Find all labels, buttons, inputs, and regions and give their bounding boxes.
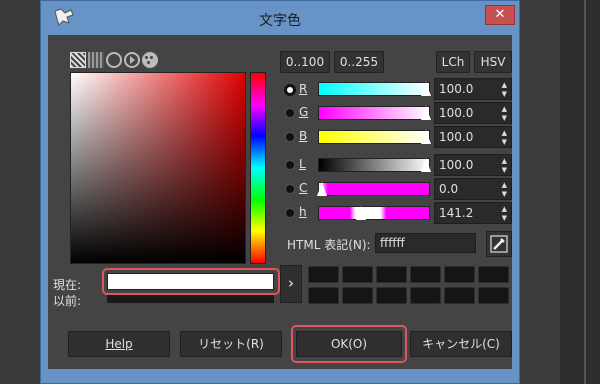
watercolor-icon[interactable]	[88, 52, 104, 68]
help-button[interactable]: Help	[68, 331, 170, 357]
slider-r[interactable]	[318, 82, 431, 96]
slider-g[interactable]	[318, 106, 431, 120]
history-cell[interactable]	[342, 287, 373, 304]
dialog-client: 現在: 以前: › 0..100 0..255 LCh HSV R 100.0 ▲…	[48, 35, 512, 369]
lch-button[interactable]: LCh	[436, 51, 470, 73]
spin-b[interactable]: 100.0 ▲ ▼	[434, 126, 512, 148]
radio-c[interactable]	[285, 184, 295, 194]
slider-c[interactable]	[317, 182, 430, 196]
history-cell[interactable]	[308, 266, 339, 283]
history-cell[interactable]	[444, 287, 475, 304]
history-cell[interactable]	[444, 266, 475, 283]
ok-button[interactable]: OK(O)	[296, 331, 402, 357]
add-to-history-button[interactable]: ›	[280, 265, 302, 303]
radio-h[interactable]	[285, 208, 295, 218]
channel-label-b: B	[299, 129, 308, 143]
history-cell[interactable]	[478, 266, 509, 283]
window-title: 文字色	[259, 13, 301, 29]
spin-g[interactable]: 100.0 ▲ ▼	[434, 102, 512, 124]
channel-label-r: R	[299, 82, 308, 96]
history-cell[interactable]	[342, 266, 373, 283]
scale-0-255-button[interactable]: 0..255	[334, 51, 384, 73]
title-bar[interactable]: 文字色 ✕	[41, 1, 519, 35]
palette-icon[interactable]	[142, 52, 158, 68]
history-cell[interactable]	[308, 287, 339, 304]
channel-label-h: h	[299, 205, 307, 219]
spin-l[interactable]: 100.0 ▲ ▼	[434, 154, 512, 176]
reset-button[interactable]: リセット(R)	[180, 331, 282, 357]
close-button[interactable]: ✕	[485, 5, 515, 25]
hue-strip[interactable]	[250, 72, 266, 264]
history-cell[interactable]	[410, 287, 441, 304]
slider-b[interactable]	[318, 130, 431, 144]
background-right	[560, 0, 600, 384]
scale-0-100-button[interactable]: 0..100	[280, 51, 330, 73]
channel-label-c: C	[299, 181, 308, 195]
spin-h[interactable]: 141.2 ▲ ▼	[434, 202, 512, 224]
channel-label-g: G	[299, 105, 309, 119]
eyedropper-icon	[490, 235, 508, 253]
cancel-button[interactable]: キャンセル(C)	[410, 331, 512, 357]
slider-h[interactable]	[318, 206, 430, 220]
selector-mode-icons	[70, 52, 160, 68]
hsv-button[interactable]: HSV	[474, 51, 512, 73]
color-picker-button[interactable]	[486, 231, 512, 257]
background-left	[0, 0, 40, 384]
html-notation-input[interactable]: ffffff	[375, 233, 476, 253]
current-color-swatch	[107, 273, 274, 290]
wheel-icon[interactable]	[106, 52, 122, 68]
cmyk-icon[interactable]	[124, 52, 140, 68]
current-label: 現在:	[53, 278, 82, 292]
channel-label-l: L	[299, 157, 306, 171]
spin-c[interactable]: 0.0 ▲ ▼	[434, 178, 512, 200]
history-cell[interactable]	[410, 266, 441, 283]
slider-l[interactable]	[318, 158, 431, 172]
old-label: 以前:	[53, 294, 82, 308]
radio-r[interactable]	[284, 84, 296, 96]
history-cell[interactable]	[376, 287, 407, 304]
history-cell[interactable]	[376, 266, 407, 283]
old-color-swatch	[107, 295, 274, 303]
html-notation-label: HTML 表記(N):	[287, 238, 371, 252]
saturation-value-square[interactable]	[70, 72, 246, 264]
color-dialog: 文字色 ✕ 現在: 以前: › 0..100 0..255 LCh HSV R …	[40, 0, 520, 384]
triangle-selector-icon[interactable]	[70, 52, 86, 68]
history-cell[interactable]	[478, 287, 509, 304]
radio-l[interactable]	[285, 160, 295, 170]
spin-r[interactable]: 100.0 ▲ ▼	[434, 78, 512, 100]
radio-g[interactable]	[285, 108, 295, 118]
radio-b[interactable]	[285, 132, 295, 142]
